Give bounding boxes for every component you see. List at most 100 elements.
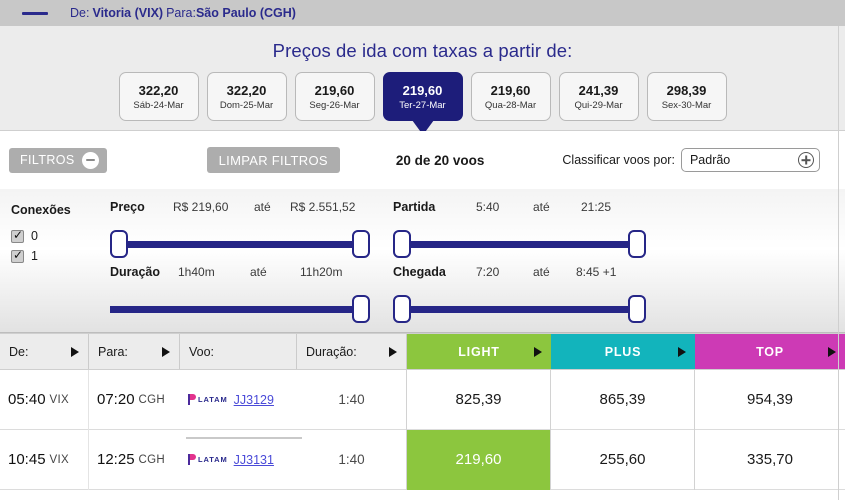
price-slider-ate: até [254, 200, 271, 214]
latam-flag-icon [188, 454, 196, 465]
duration-slider-min: 1h40m [178, 265, 215, 279]
cell-price-light[interactable]: 825,39 [407, 369, 551, 430]
dash-icon [22, 11, 48, 15]
date-tab-day: Dom-25-Mar [219, 99, 274, 111]
date-tab-day: Ter-27-Mar [399, 99, 446, 111]
sort-label: Classificar voos por: [562, 153, 675, 167]
route-summary: De: Vitoria (VIX) Para:São Paulo (CGH) [70, 6, 296, 20]
route-to-label: Para: [166, 6, 196, 20]
date-tab[interactable]: 241,39 Qui-29-Mar [558, 72, 639, 121]
airline-name: LATAM [198, 395, 228, 404]
departure-slider-bar [401, 241, 638, 248]
departure-slider-handle-min[interactable] [393, 230, 411, 258]
sort-selected-value: Padrão [689, 153, 731, 167]
sort-caret-icon[interactable] [678, 346, 686, 357]
column-header-top-label: TOP [756, 344, 784, 359]
duration-slider-handle-max[interactable] [352, 295, 370, 323]
departure-time: 05:40 [8, 391, 46, 408]
arrival-slider-handle-min[interactable] [393, 295, 411, 323]
cell-price-light-selected[interactable]: 219,60 [407, 429, 551, 490]
filtros-toggle-button[interactable]: FILTROS [9, 147, 107, 173]
route-from-label: De: [70, 6, 90, 20]
sort-caret-icon[interactable] [162, 346, 170, 357]
departure-slider-handle-max[interactable] [628, 230, 646, 258]
sort-select[interactable]: Padrão [680, 148, 820, 172]
cell-price-top[interactable]: 954,39 [695, 370, 845, 430]
column-header-light[interactable]: LIGHT [407, 334, 551, 369]
departure-slider-group: Partida 5:40 até 21:25 [393, 200, 646, 258]
clear-filters-label: LIMPAR FILTROS [218, 152, 328, 168]
date-tab-day: Qua-28-Mar [484, 99, 537, 111]
departure-airport: VIX [49, 453, 69, 466]
date-tab-day: Sáb-24-Mar [133, 99, 184, 111]
departure-slider-max: 21:25 [581, 200, 612, 214]
column-header-top[interactable]: TOP [695, 334, 845, 369]
latam-logo-icon: LATAM [188, 454, 228, 465]
price-strip-title: Preços de ida com taxas a partir de: [272, 40, 573, 61]
column-header-duracao[interactable]: Duração: [297, 334, 407, 369]
connections-option-1[interactable]: 1 [11, 248, 38, 263]
table-row[interactable]: 05:40 VIX 07:20 CGH LATAM JJ3129 1:40 82… [0, 369, 845, 430]
filtros-label: FILTROS [20, 153, 75, 167]
duration-slider-track[interactable] [110, 295, 370, 323]
date-tab-selected[interactable]: 219,60 Ter-27-Mar [382, 72, 463, 121]
sort-caret-icon[interactable] [71, 346, 79, 357]
sort-caret-icon[interactable] [389, 346, 397, 357]
airline-name: LATAM [198, 455, 228, 464]
table-row[interactable]: 10:45 VIX 12:25 CGH LATAM JJ3131 1:40 21… [0, 429, 845, 490]
date-tab-price: 322,20 [226, 82, 267, 98]
cell-price-plus[interactable]: 255,60 [551, 429, 695, 490]
price-slider-group: Preço R$ 219,60 até R$ 2.551,52 [110, 200, 370, 258]
plus-circle-icon[interactable] [797, 152, 814, 168]
duration-slider-group: Duração 1h40m até 11h20m [110, 265, 370, 323]
date-tab-day: Qui-29-Mar [574, 99, 623, 111]
route-header: De: Vitoria (VIX) Para:São Paulo (CGH) [0, 0, 845, 26]
sort-caret-icon[interactable] [828, 346, 836, 357]
date-tab[interactable]: 322,20 Dom-25-Mar [206, 72, 287, 121]
arrival-slider-handle-max[interactable] [628, 295, 646, 323]
column-header-plus[interactable]: PLUS [551, 334, 695, 369]
price-slider-handle-min[interactable] [110, 230, 128, 258]
checkbox-icon[interactable] [11, 248, 24, 263]
column-header-para[interactable]: Para: [89, 334, 180, 369]
departure-airport: VIX [49, 393, 69, 406]
filter-control-bar: FILTROS LIMPAR FILTROS 20 de 20 voos Cla… [0, 131, 845, 189]
date-tab[interactable]: 219,60 Qua-28-Mar [470, 72, 551, 121]
flight-number-link[interactable]: JJ3129 [234, 393, 274, 407]
connections-option-0[interactable]: 0 [11, 228, 38, 243]
sort-caret-icon[interactable] [534, 346, 542, 357]
row-accent-underline [186, 437, 302, 439]
date-tab-price: 298,39 [666, 82, 707, 98]
date-tab[interactable]: 298,39 Sex-30-Mar [646, 72, 727, 121]
column-header-de[interactable]: De: [0, 334, 89, 369]
arrival-airport: CGH [138, 393, 166, 406]
date-tab-day: Seg-26-Mar [309, 99, 360, 111]
column-header-de-label: De: [9, 344, 29, 359]
departure-slider-track[interactable] [393, 230, 646, 258]
checkbox-icon[interactable] [11, 228, 24, 243]
cell-price-top[interactable]: 335,70 [695, 430, 845, 490]
price-slider-track[interactable] [110, 230, 370, 258]
sort-control: Classificar voos por: Padrão [562, 148, 820, 172]
column-header-voo[interactable]: Voo: [180, 334, 297, 369]
arrival-time: 07:20 [97, 391, 135, 408]
price-slider-handle-max[interactable] [352, 230, 370, 258]
latam-flag-icon [188, 394, 196, 405]
latam-logo-icon: LATAM [188, 394, 228, 405]
flight-number-link[interactable]: JJ3131 [234, 453, 274, 467]
connections-title: Conexões [11, 203, 71, 217]
date-tab[interactable]: 219,60 Seg-26-Mar [294, 72, 375, 121]
arrival-time: 12:25 [97, 451, 135, 468]
price-calendar-strip: Preços de ida com taxas a partir de: 322… [0, 26, 845, 131]
arrival-slider-bar [401, 306, 638, 313]
arrival-slider-group: Chegada 7:20 até 8:45 +1 [393, 265, 646, 323]
date-tab-price: 322,20 [138, 82, 179, 98]
column-header-plus-label: PLUS [604, 344, 642, 359]
flight-results-table: De: Para: Voo: Duração: LIGHT PLUS TOP 0… [0, 333, 845, 500]
clear-filters-button[interactable]: LIMPAR FILTROS [206, 147, 340, 173]
column-header-voo-label: Voo: [189, 344, 215, 359]
cell-price-plus[interactable]: 865,39 [551, 369, 695, 430]
date-tab[interactable]: 322,20 Sáb-24-Mar [118, 72, 199, 121]
arrival-slider-track[interactable] [393, 295, 646, 323]
connections-option-label: 0 [31, 229, 38, 243]
